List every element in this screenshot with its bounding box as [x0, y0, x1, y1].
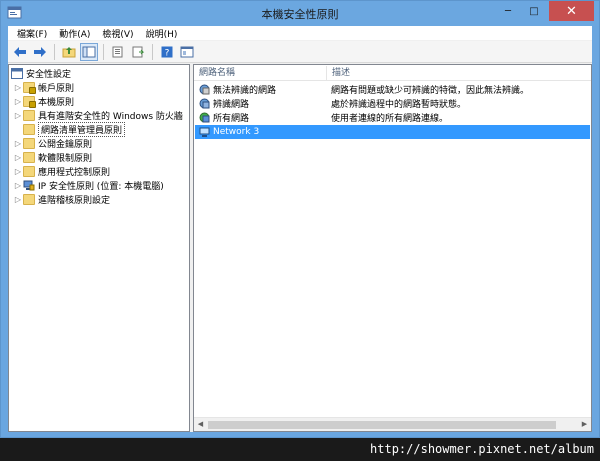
list-pane[interactable]: 網路名稱 描述 無法辨識的網路 網路有問題或缺少可辨識的特徵，因此無法辨識。 辨… [193, 64, 592, 432]
tree-item-label: 軟體限制原則 [38, 154, 93, 164]
help-icon: ? [161, 46, 173, 58]
scroll-left-icon[interactable]: ◀ [196, 420, 205, 429]
back-button[interactable] [11, 43, 29, 61]
tree-item-app-control[interactable]: ▷ 應用程式控制原則 [13, 165, 110, 178]
menu-help[interactable]: 說明(H) [140, 27, 184, 40]
tree-root-label: 安全性設定 [26, 70, 72, 80]
network-name-cell: Network 3 [195, 127, 327, 138]
network-description: 網路有問題或缺少可辨識的特徵，因此無法辨識。 [331, 86, 530, 96]
network-icon [199, 127, 210, 137]
forward-icon [34, 46, 46, 57]
expand-arrow-icon[interactable]: ▷ [13, 111, 23, 120]
lock-folder-icon [23, 96, 36, 108]
column-header-description[interactable]: 描述 [327, 65, 350, 81]
tree-item-label: 進階稽核原則設定 [38, 196, 111, 206]
network-name-cell: 無法辨識的網路 [195, 83, 327, 96]
tree-item-software-restriction[interactable]: ▷ 軟體限制原則 [13, 151, 92, 164]
toolbar: ? [8, 41, 592, 63]
tree-item-public-key[interactable]: ▷ 公開金鑰原則 [13, 137, 92, 150]
horizontal-scrollbar[interactable]: ◀ ▶ [194, 417, 591, 431]
up-folder-icon [62, 46, 76, 57]
forward-button[interactable] [31, 43, 49, 61]
folder-icon [23, 110, 35, 121]
minimize-button[interactable]: ─ [495, 1, 521, 21]
folder-icon [23, 166, 35, 177]
column-header-network-name[interactable]: 網路名稱 [194, 65, 326, 81]
expand-arrow-icon[interactable]: ▷ [13, 181, 23, 190]
tree-item-advanced-audit[interactable]: ▷ 進階稽核原則設定 [13, 193, 110, 206]
network-name: 無法辨識的網路 [213, 86, 277, 96]
folder-icon [23, 152, 35, 163]
tree-item-label: 公開金鑰原則 [38, 140, 93, 150]
security-settings-icon [11, 68, 23, 79]
watermark: http://showmer.pixnet.net/album [0, 438, 600, 461]
tree-item-label: 具有進階安全性的 Windows 防火牆 [38, 112, 183, 122]
folder-icon [23, 124, 35, 135]
tree-item-ip-security[interactable]: ▷ IP 安全性原則 (位置: 本機電腦) [13, 179, 164, 192]
folder-icon [23, 194, 35, 205]
toolbar-separator [152, 43, 153, 60]
scrollbar-thumb[interactable] [208, 421, 556, 429]
list-item-selected[interactable]: Network 3 [195, 125, 590, 139]
network-description: 處於辨識過程中的網路暫時狀態。 [331, 100, 467, 110]
export-list-button[interactable] [109, 43, 127, 61]
network-name: 辨識網路 [213, 100, 250, 110]
network-name: Network 3 [213, 127, 260, 137]
lock-folder-icon [23, 82, 36, 94]
list-item[interactable]: 無法辨識的網路 網路有問題或缺少可辨識的特徵，因此無法辨識。 [195, 83, 590, 96]
console-icon [180, 46, 194, 57]
folder-icon [23, 138, 35, 149]
list-header: 網路名稱 描述 [194, 65, 591, 81]
maximize-button[interactable]: □ [521, 1, 547, 21]
network-name: 所有網路 [213, 114, 250, 124]
show-hide-tree-icon [82, 46, 96, 57]
list-item[interactable]: 辨識網路 處於辨識過程中的網路暫時狀態。 [195, 97, 590, 110]
tree-item-network-list-manager[interactable]: 網路清單管理員原則 [13, 122, 126, 137]
expand-arrow-icon[interactable]: ▷ [13, 195, 23, 204]
help-button[interactable]: ? [158, 43, 176, 61]
list-item[interactable]: 所有網路 使用者連線的所有網路連線。 [195, 111, 590, 124]
scroll-right-icon[interactable]: ▶ [580, 420, 589, 429]
main-window: 本機安全性原則 ─ □ ✕ 檔案(F) 動作(A) 檢視(V) 說明(H) ? … [0, 0, 600, 438]
tree-item-label: 網路清單管理員原則 [38, 122, 126, 137]
toolbar-separator [54, 43, 55, 60]
menu-view[interactable]: 檢視(V) [96, 27, 139, 40]
up-one-level-button[interactable] [60, 43, 78, 61]
back-icon [14, 46, 26, 57]
expand-arrow-icon[interactable]: ▷ [13, 83, 23, 92]
menu-bar: 檔案(F) 動作(A) 檢視(V) 說明(H) [8, 26, 592, 40]
network-name-cell: 所有網路 [195, 111, 327, 124]
menu-action[interactable]: 動作(A) [53, 27, 96, 40]
show-hide-tree-button[interactable] [80, 42, 98, 61]
properties-icon [132, 46, 145, 57]
tree-item-account-policies[interactable]: ▷ 帳戶原則 [13, 81, 74, 94]
tree-item-label: 本機原則 [38, 98, 75, 108]
close-button[interactable]: ✕ [549, 1, 594, 21]
ipsec-computer-icon [23, 180, 35, 191]
tree-pane[interactable]: 安全性設定 ▷ 帳戶原則 ▷ 本機原則 ▷ 具有進階安全性的 Windows 防… [8, 64, 190, 432]
tree-root[interactable]: 安全性設定 [11, 67, 71, 80]
tree-item-label: 帳戶原則 [38, 84, 75, 94]
svg-text:?: ? [165, 48, 170, 58]
toolbar-separator [103, 43, 104, 60]
expand-arrow-icon[interactable]: ▷ [13, 167, 23, 176]
all-networks-icon [199, 112, 210, 123]
title-bar[interactable]: 本機安全性原則 ─ □ ✕ [1, 1, 599, 26]
tree-item-label: 應用程式控制原則 [38, 168, 111, 178]
tree-item-local-policies[interactable]: ▷ 本機原則 [13, 95, 74, 108]
tree-item-firewall[interactable]: ▷ 具有進階安全性的 Windows 防火牆 [13, 109, 183, 122]
identifying-network-icon [199, 98, 210, 109]
menu-file[interactable]: 檔案(F) [11, 27, 53, 40]
client-area: 檔案(F) 動作(A) 檢視(V) 說明(H) ? 安全性設定 ▷ 帳戶原則 ▷… [8, 26, 592, 432]
properties-button[interactable] [129, 43, 147, 61]
export-list-icon [112, 46, 123, 57]
network-name-cell: 辨識網路 [195, 97, 327, 110]
tree-item-label: IP 安全性原則 (位置: 本機電腦) [38, 182, 164, 192]
network-description: 使用者連線的所有網路連線。 [331, 114, 449, 124]
expand-arrow-icon[interactable]: ▷ [13, 139, 23, 148]
expand-arrow-icon[interactable]: ▷ [13, 97, 23, 106]
console-button[interactable] [178, 43, 196, 61]
unidentified-network-icon [199, 84, 210, 95]
expand-arrow-icon[interactable]: ▷ [13, 153, 23, 162]
